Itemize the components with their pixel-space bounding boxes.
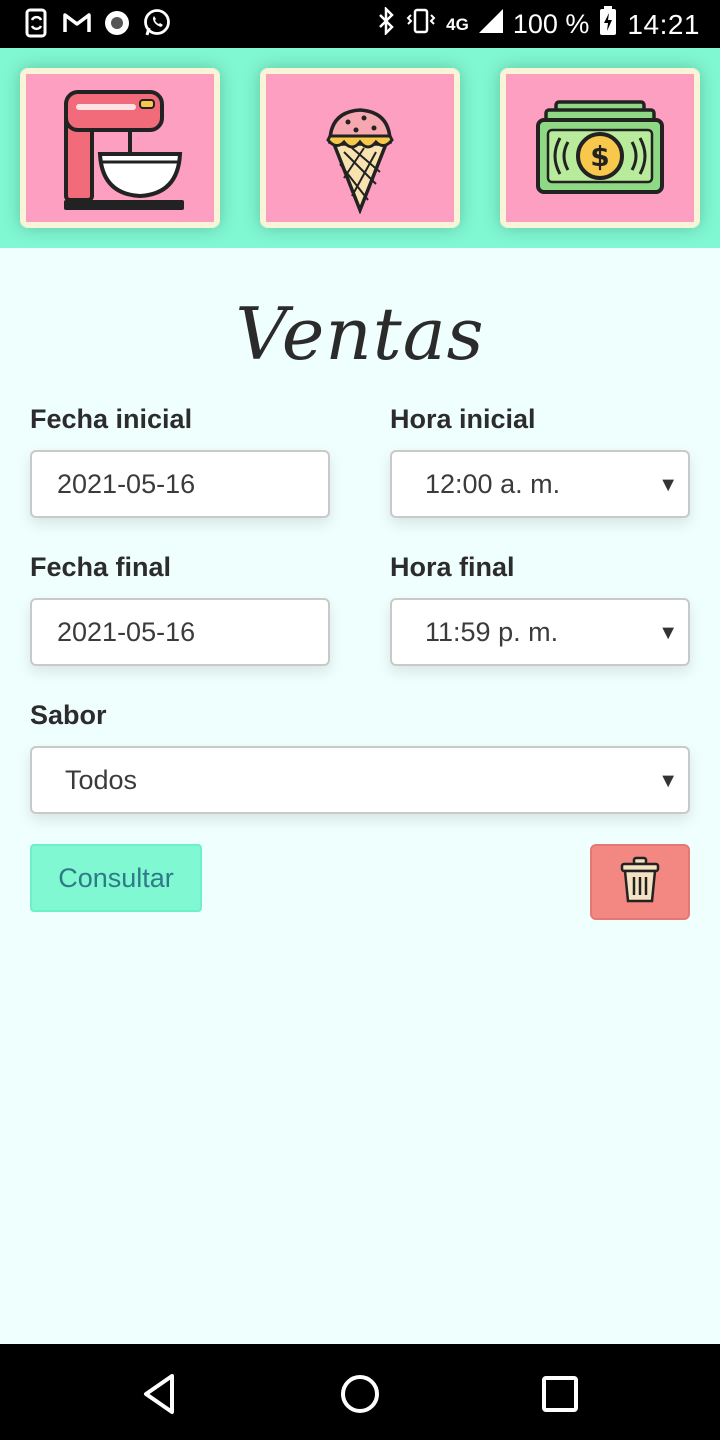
chevron-down-icon: ▼	[658, 622, 678, 644]
sabor-select[interactable]: Todos ▼	[30, 746, 690, 814]
fecha-inicial-label: Fecha inicial	[30, 404, 193, 434]
svg-text:$: $	[590, 140, 609, 173]
hora-inicial-select[interactable]: 12:00 a. m. ▼	[390, 450, 690, 518]
hora-final-label: Hora final	[390, 552, 515, 582]
sabor-label: Sabor	[30, 700, 107, 730]
phone-sync-icon	[22, 8, 52, 38]
recents-icon[interactable]	[538, 1372, 582, 1416]
back-icon[interactable]	[138, 1372, 182, 1416]
sabor-value: Todos	[65, 764, 138, 795]
trash-icon	[620, 856, 660, 909]
delete-button[interactable]	[590, 844, 690, 920]
nav-tile-sales[interactable]: $	[500, 68, 700, 228]
chevron-down-icon: ▼	[658, 770, 678, 792]
fecha-final-value: 2021-05-16	[57, 616, 196, 647]
android-nav-bar	[0, 1344, 720, 1440]
money-bill-icon: $	[506, 74, 694, 222]
fecha-inicial-input[interactable]: 2021-05-16	[30, 450, 330, 518]
battery-charging-icon	[599, 6, 617, 43]
top-nav: $	[0, 48, 720, 248]
whatsapp-icon	[142, 8, 172, 38]
hora-final-value: 11:59 p. m.	[425, 616, 559, 647]
status-bar: 4G 100 % 14:21	[0, 0, 720, 48]
hora-inicial-value: 12:00 a. m.	[425, 468, 561, 499]
system-status: 4G 100 % 14:21	[376, 5, 700, 43]
ice-cream-cone-icon	[266, 74, 454, 222]
gmail-icon	[62, 8, 92, 38]
signal-icon	[478, 9, 503, 40]
chevron-down-icon: ▼	[658, 474, 678, 496]
nav-tile-flavors[interactable]	[260, 68, 460, 228]
page-title: Ventas	[235, 292, 485, 376]
network-type: 4G	[446, 14, 469, 34]
stand-mixer-icon	[26, 74, 214, 222]
clock: 14:21	[627, 8, 700, 40]
fecha-final-input[interactable]: 2021-05-16	[30, 598, 330, 666]
vibrate-icon	[406, 7, 436, 42]
fecha-final-label: Fecha final	[30, 552, 172, 582]
bluetooth-icon	[376, 5, 396, 42]
hora-inicial-label: Hora inicial	[390, 404, 536, 434]
battery-level: 100 %	[512, 9, 590, 39]
consultar-button[interactable]: Consultar	[30, 844, 202, 912]
nav-tile-production[interactable]	[20, 68, 220, 228]
hora-final-select[interactable]: 11:59 p. m. ▼	[390, 598, 690, 666]
home-icon[interactable]	[338, 1372, 382, 1416]
record-icon	[102, 8, 132, 38]
fecha-inicial-value: 2021-05-16	[57, 468, 196, 499]
notification-icons	[22, 8, 172, 38]
